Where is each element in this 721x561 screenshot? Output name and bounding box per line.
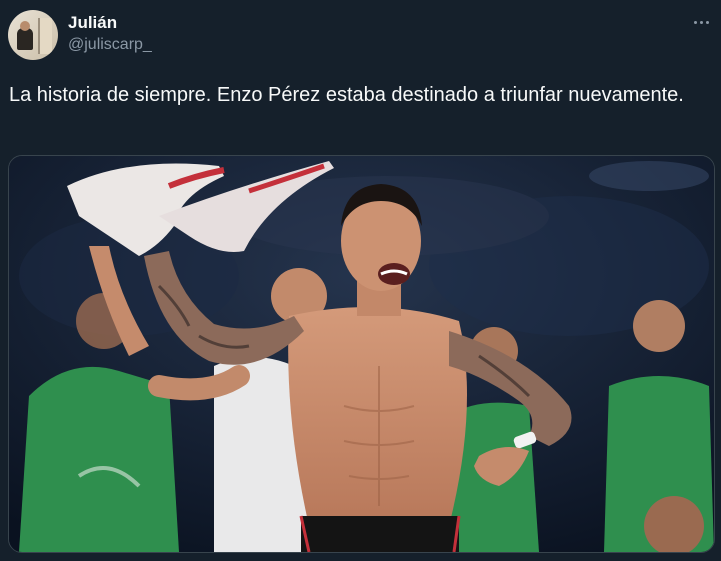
more-options-icon[interactable]: [689, 12, 713, 32]
avatar[interactable]: [8, 10, 58, 60]
celebration-photo: [9, 156, 714, 552]
tweet-header: Julián @juliscarp_: [8, 10, 713, 62]
author-info: Julián @juliscarp_: [68, 12, 152, 56]
tweet-text: La historia de siempre. Enzo Pérez estab…: [9, 84, 684, 106]
tweet-photo[interactable]: [8, 155, 715, 553]
author-handle[interactable]: @juliscarp_: [68, 34, 152, 56]
tweet-card[interactable]: Julián @juliscarp_ La historia de siempr…: [0, 0, 721, 561]
author-display-name[interactable]: Julián: [68, 12, 152, 34]
